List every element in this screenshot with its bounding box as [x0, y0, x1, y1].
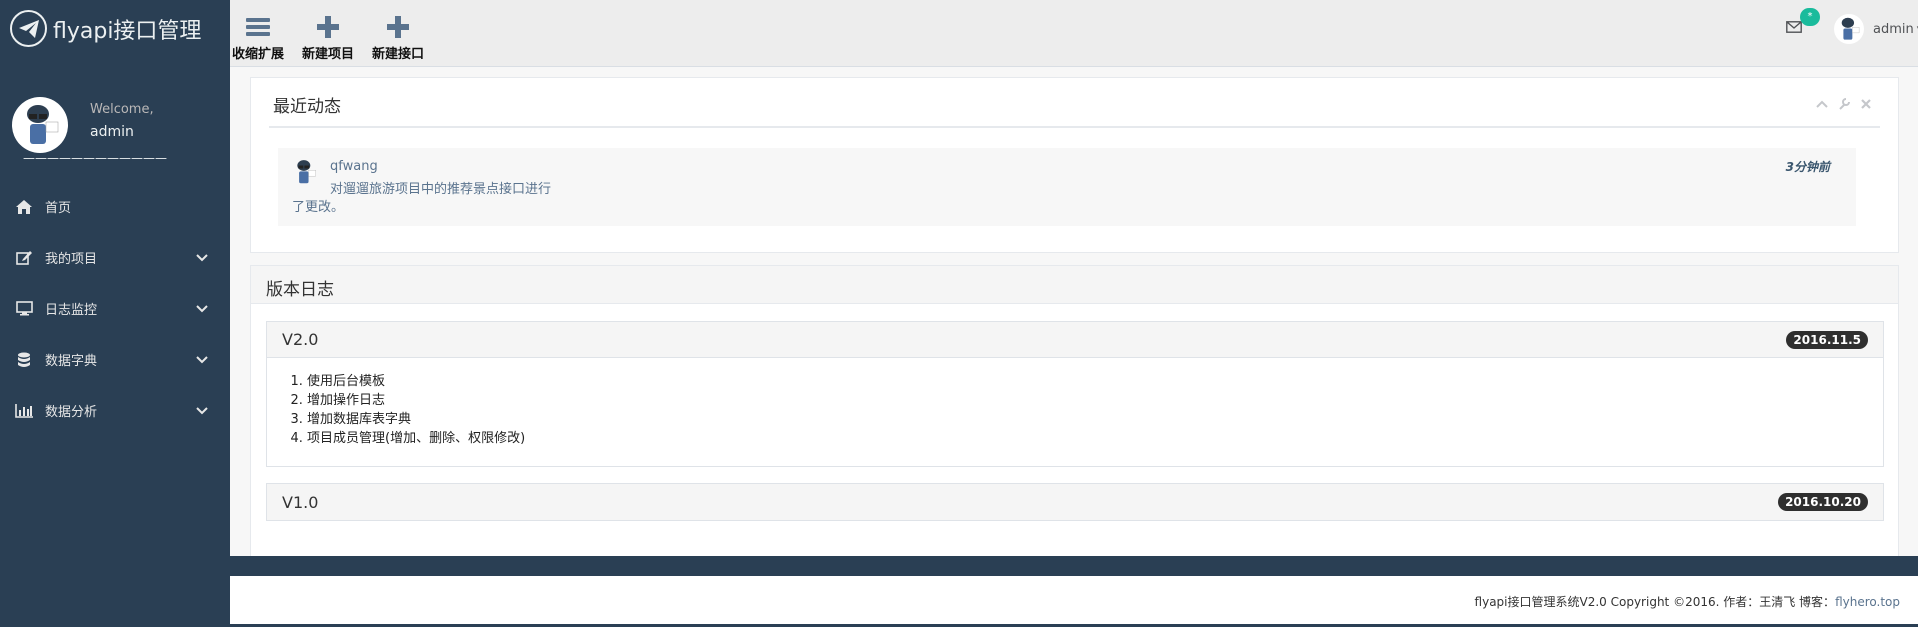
sidebar-item-data-dictionary[interactable]: 数据字典	[0, 334, 230, 385]
divider	[269, 126, 1880, 128]
panel-toolbox	[1816, 98, 1872, 110]
welcome-text: Welcome,	[90, 102, 154, 117]
top-navbar: 收缩扩展 新建项目 新建接口 * admin ▾	[230, 0, 1918, 67]
list-item: 项目成员管理(增加、删除、权限修改)	[307, 429, 1883, 448]
copyright-text: flyapi接口管理系统V2.0 Copyright ©2016. 作者：王清飞…	[1474, 595, 1836, 609]
profile-name: admin	[90, 124, 134, 140]
list-item: 使用后台模板	[307, 372, 1883, 391]
notification-badge: *	[1800, 8, 1820, 26]
avatar	[292, 156, 318, 188]
version-label: V1.0	[282, 492, 319, 512]
footer-text: flyapi接口管理系统V2.0 Copyright ©2016. 作者：王清飞…	[1475, 593, 1900, 610]
collapse-up-icon[interactable]	[1816, 98, 1828, 110]
footer-divider	[230, 556, 1918, 576]
activity-message-continued: 了更改。	[292, 200, 345, 215]
main-content: 最近动态 qfwang 对遛遛旅游项目中的推荐景点接口进行 了更改。 3分钟前 …	[230, 67, 1918, 565]
chevron-down-icon	[196, 253, 208, 261]
sidebar-item-projects[interactable]: 我的项目	[0, 232, 230, 283]
panel-title: 版本日志	[251, 266, 1898, 304]
sidebar-item-label: 日志监控	[45, 303, 98, 318]
plus-icon	[370, 14, 426, 40]
home-icon	[15, 199, 33, 215]
sidebar-item-label: 数据字典	[45, 354, 98, 369]
desktop-icon	[15, 301, 33, 317]
date-badge: 2016.11.5	[1786, 330, 1868, 349]
sidebar-item-home[interactable]: 首页	[0, 181, 230, 232]
collapse-label: 收缩扩展	[231, 47, 284, 62]
sidebar-item-label: 数据分析	[45, 405, 98, 420]
footer: flyapi接口管理系统V2.0 Copyright ©2016. 作者：王清飞…	[230, 576, 1918, 627]
list-item: 增加操作日志	[307, 391, 1883, 410]
panel-title: 最近动态	[273, 97, 341, 117]
chevron-down-icon	[196, 355, 208, 363]
brand[interactable]: flyapi接口管理	[0, 0, 230, 57]
sidebar: flyapi接口管理 Welcome, admin ———————————— 首…	[0, 0, 230, 627]
sidebar-menu: 首页 我的项目 日志监控 数据字典 数据分析	[0, 181, 230, 436]
profile-separator: ————————————	[23, 151, 167, 165]
chevron-down-icon	[196, 406, 208, 414]
collapse-button[interactable]: 收缩扩展	[230, 14, 286, 62]
user-menu[interactable]: admin ▾	[1834, 14, 1918, 44]
sidebar-item-label: 我的项目	[45, 252, 98, 267]
version-header[interactable]: V2.0 2016.11.5	[267, 322, 1883, 358]
close-icon[interactable]	[1860, 98, 1872, 110]
avatar	[1834, 14, 1864, 44]
brand-title: flyapi接口管理	[53, 18, 202, 44]
sidebar-item-data-analysis[interactable]: 数据分析	[0, 385, 230, 436]
new-project-label: 新建项目	[301, 47, 354, 62]
menu-icon	[230, 14, 286, 40]
activity-message: 对遛遛旅游项目中的推荐景点接口进行	[330, 182, 552, 197]
bar-chart-icon	[15, 403, 33, 419]
version-notes: 使用后台模板 增加操作日志 增加数据库表字典 项目成员管理(增加、删除、权限修改…	[267, 358, 1883, 466]
avatar[interactable]	[12, 97, 68, 153]
version-header[interactable]: V1.0 2016.10.20	[267, 484, 1883, 520]
user-name: admin	[1873, 21, 1914, 37]
paper-plane-icon	[10, 10, 47, 47]
edit-icon	[15, 250, 33, 266]
changelog-panel: 版本日志 V2.0 2016.11.5 使用后台模板 增加操作日志 增加数据库表…	[250, 265, 1899, 565]
recent-activity-panel: 最近动态 qfwang 对遛遛旅游项目中的推荐景点接口进行 了更改。 3分钟前	[250, 77, 1899, 253]
list-item: qfwang 对遛遛旅游项目中的推荐景点接口进行 了更改。 3分钟前	[278, 148, 1856, 226]
profile: Welcome, admin	[0, 76, 230, 154]
list-item: 增加数据库表字典	[307, 410, 1883, 429]
new-project-button[interactable]: 新建项目	[300, 14, 356, 62]
wrench-icon[interactable]	[1838, 98, 1850, 110]
activity-time: 3分钟前	[1785, 160, 1830, 174]
database-icon	[15, 352, 33, 368]
date-badge: 2016.10.20	[1778, 493, 1868, 511]
blog-link[interactable]: flyhero.top	[1835, 595, 1900, 609]
version-card: V2.0 2016.11.5 使用后台模板 增加操作日志 增加数据库表字典 项目…	[266, 321, 1884, 467]
version-label: V2.0	[282, 330, 319, 349]
plus-icon	[300, 14, 356, 40]
chevron-down-icon	[196, 304, 208, 312]
new-api-button[interactable]: 新建接口	[370, 14, 426, 62]
version-card: V1.0 2016.10.20	[266, 483, 1884, 521]
sidebar-item-log-monitor[interactable]: 日志监控	[0, 283, 230, 334]
new-api-label: 新建接口	[371, 47, 424, 62]
activity-user-link[interactable]: qfwang	[330, 159, 378, 174]
sidebar-item-label: 首页	[45, 201, 72, 216]
